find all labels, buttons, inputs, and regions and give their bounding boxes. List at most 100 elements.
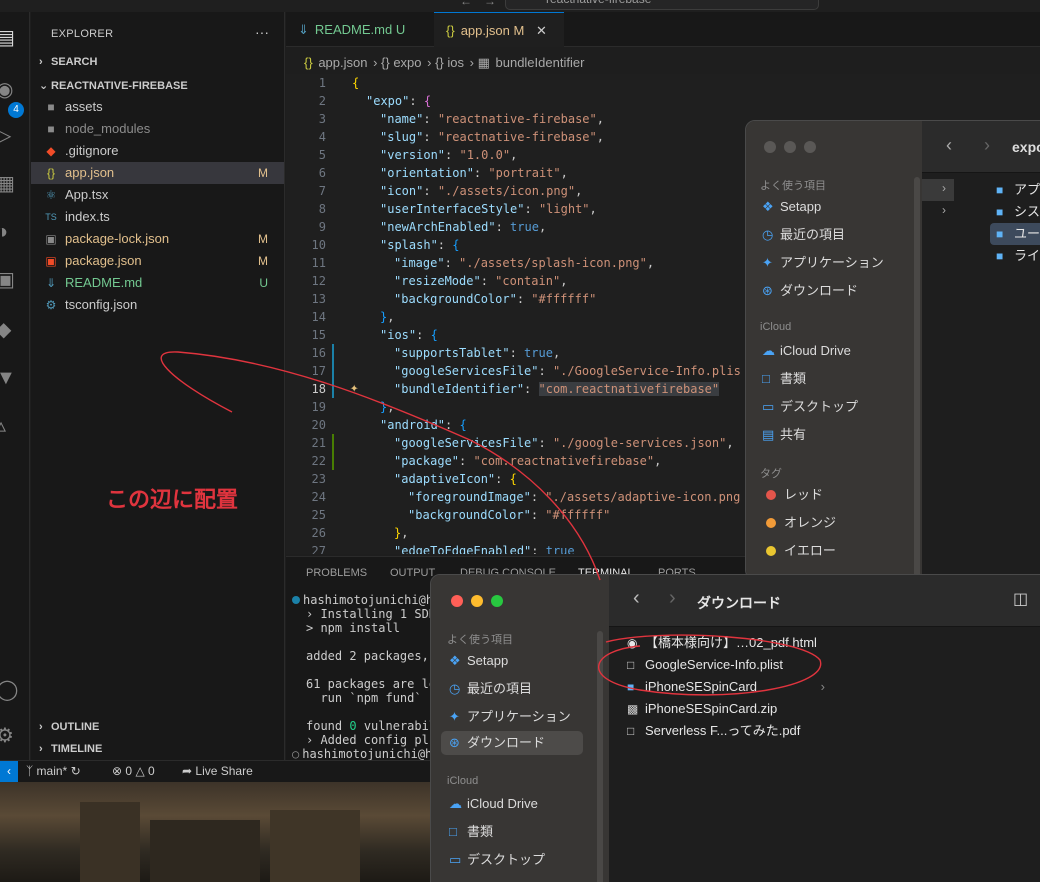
code-line: "expo": { xyxy=(366,94,432,108)
remote-explorer-icon[interactable]: ◑ xyxy=(0,220,30,244)
breadcrumb-item[interactable]: bundleIdentifier xyxy=(496,55,585,70)
tree-item-package-json[interactable]: ▣ package.json M xyxy=(31,250,284,272)
breadcrumb-item[interactable]: app.json xyxy=(318,55,367,70)
terminal-line: ○ hashimotojunichi@h xyxy=(292,747,433,761)
file-item-folder[interactable]: ■ iPhoneSESpinCard › xyxy=(627,676,825,698)
sidebar-item-recents[interactable]: ◷ 最近の項目 xyxy=(449,677,532,701)
branch-indicator[interactable]: ᛉ main* ↻ xyxy=(26,761,81,782)
breadcrumb-item[interactable]: {} expo xyxy=(381,55,422,70)
account-icon[interactable]: ◯ xyxy=(0,678,30,702)
copilot-sparkle-icon[interactable]: ✦ xyxy=(350,380,358,396)
forward-arrow-icon[interactable]: → xyxy=(484,0,496,8)
extensions-icon[interactable]: ▦ xyxy=(0,172,30,196)
tree-item-assets[interactable]: ■ assets xyxy=(31,96,284,118)
breadcrumb-item[interactable]: {} ios xyxy=(435,55,464,70)
warning-icon: △ xyxy=(135,764,145,778)
timeline-section[interactable]: › TIMELINE xyxy=(39,743,102,755)
tree-item-app-json[interactable]: {} app.json M xyxy=(31,162,284,184)
close-button[interactable] xyxy=(764,141,776,153)
tab-output[interactable]: OUTPUT xyxy=(390,567,435,579)
sidebar-item-icloud-drive[interactable]: ☁ iCloud Drive xyxy=(449,792,538,816)
forward-chevron-icon[interactable]: › xyxy=(984,135,990,156)
tree-item-app-tsx[interactable]: ⚛ App.tsx xyxy=(31,184,284,206)
tag-orange[interactable]: オレンジ xyxy=(766,511,836,535)
tree-item-readme-md[interactable]: ⇓ README.md U xyxy=(31,272,284,294)
search-section[interactable]: › SEARCH xyxy=(39,56,97,68)
tree-item-tsconfig-json[interactable]: ⚙ tsconfig.json xyxy=(31,294,284,316)
sidebar-item-documents[interactable]: □ 書類 xyxy=(449,820,493,844)
tab-readme[interactable]: ⇓ README.md U xyxy=(286,12,432,47)
breadcrumb: {} app.json › {} expo › {} ios › ▦ bundl… xyxy=(304,55,585,70)
folder-icon: ■ xyxy=(996,249,1004,263)
tree-item-gitignore[interactable]: ◆ .gitignore xyxy=(31,140,284,162)
column-item-selected[interactable]: ■ ユー xyxy=(990,223,1040,245)
sidebar-item-desktop[interactable]: ▭ デスクトップ xyxy=(449,848,545,872)
extension-y-icon[interactable]: ▵ xyxy=(0,414,30,438)
line-number: 8 xyxy=(318,202,326,216)
code-line: "googleServicesFile": "./google-services… xyxy=(394,436,734,450)
close-icon[interactable]: ✕ xyxy=(536,23,547,38)
live-share-button[interactable]: ➦ Live Share xyxy=(182,761,253,782)
line-number: 2 xyxy=(318,94,326,108)
sidebar-item-setapp[interactable]: ❖ Setapp xyxy=(762,195,821,219)
problems-indicator[interactable]: ⊗ 0 △ 0 xyxy=(112,761,155,782)
tag-yellow[interactable]: イエロー xyxy=(766,539,836,563)
source-control-icon[interactable]: ◉ xyxy=(0,78,30,102)
tab-problems[interactable]: PROBLEMS xyxy=(306,567,367,579)
sidebar-item-documents[interactable]: □ 書類 xyxy=(762,367,806,391)
git-graph-icon[interactable]: ◆ xyxy=(0,318,30,342)
remote-indicator-icon[interactable]: ‹ xyxy=(0,761,18,782)
sidebar-item-desktop[interactable]: ▭ デスクトップ xyxy=(762,395,858,419)
chrome-html-icon: ◉ xyxy=(627,636,638,650)
code-line: "android": { xyxy=(380,418,467,432)
minimize-button[interactable] xyxy=(784,141,796,153)
command-center-search[interactable]: reactnative-firebase xyxy=(505,0,819,10)
line-number: 1 xyxy=(318,76,326,90)
column-row-selected[interactable]: › xyxy=(922,179,954,201)
tree-item-package-lock-json[interactable]: ▣ package-lock.json M xyxy=(31,228,284,250)
sidebar-item-shared[interactable]: ▤ 共有 xyxy=(762,423,806,447)
chevron-right-icon: › xyxy=(942,181,946,195)
sidebar-scrollbar[interactable] xyxy=(597,631,603,882)
sidebar-item-applications[interactable]: ✦ アプリケーション xyxy=(449,705,571,729)
code-line: "adaptiveIcon": { xyxy=(394,472,517,486)
sidebar-item-recents[interactable]: ◷ 最近の項目 xyxy=(762,223,845,247)
column-item[interactable]: ■ ライ xyxy=(996,245,1040,267)
containers-icon[interactable]: ▣ xyxy=(0,268,30,292)
back-chevron-icon[interactable]: ‹ xyxy=(946,135,952,156)
file-item[interactable]: ▩ iPhoneSESpinCard.zip xyxy=(627,698,777,720)
tab-app-json[interactable]: {} app.json M ✕ xyxy=(434,12,564,47)
run-debug-icon[interactable]: ▷ xyxy=(0,124,30,148)
project-section[interactable]: ⌄ REACTNATIVE-FIREBASE xyxy=(39,79,188,92)
file-item[interactable]: □ Serverless F...ってみた.pdf xyxy=(627,720,800,742)
column-item[interactable]: ■ アプ xyxy=(996,179,1040,201)
code-line: "orientation": "portrait", xyxy=(380,166,568,180)
sidebar-item-applications[interactable]: ✦ アプリケーション xyxy=(762,251,884,275)
tag-red[interactable]: レッド xyxy=(766,483,823,507)
back-arrow-icon[interactable]: ← xyxy=(460,0,472,8)
column-view-icon[interactable]: ◫ xyxy=(1013,589,1028,609)
minimize-button[interactable] xyxy=(471,595,483,607)
extension-t-icon[interactable]: ▼ xyxy=(0,366,30,390)
tree-item-label: README.md xyxy=(65,275,143,290)
sidebar-item-icloud-drive[interactable]: ☁ iCloud Drive xyxy=(762,339,851,363)
close-button[interactable] xyxy=(451,595,463,607)
forward-chevron-icon[interactable]: › xyxy=(669,587,676,610)
sidebar-scrollbar[interactable] xyxy=(914,177,920,577)
tree-item-node-modules[interactable]: ■ node_modules xyxy=(31,118,284,140)
sidebar-item-downloads[interactable]: ⊛ ダウンロード xyxy=(441,731,583,755)
more-actions-icon[interactable]: ··· xyxy=(255,24,269,40)
tsconfig-icon: ⚙ xyxy=(45,298,57,312)
sidebar-item-downloads[interactable]: ⊛ ダウンロード xyxy=(762,279,858,303)
explorer-icon[interactable]: ▤ xyxy=(0,26,30,50)
settings-gear-icon[interactable]: ⚙ xyxy=(0,724,30,748)
column-item[interactable]: ■ シス xyxy=(996,201,1040,223)
zoom-button[interactable] xyxy=(804,141,816,153)
zoom-button[interactable] xyxy=(491,595,503,607)
file-item[interactable]: ◉ 【橋本様向け】…02_pdf.html xyxy=(627,632,817,654)
outline-section[interactable]: › OUTLINE xyxy=(39,721,99,733)
tree-item-index-ts[interactable]: TS index.ts xyxy=(31,206,284,228)
sidebar-item-setapp[interactable]: ❖ Setapp xyxy=(449,649,508,673)
back-chevron-icon[interactable]: ‹ xyxy=(633,587,640,610)
file-item[interactable]: □ GoogleService-Info.plist xyxy=(627,654,783,676)
